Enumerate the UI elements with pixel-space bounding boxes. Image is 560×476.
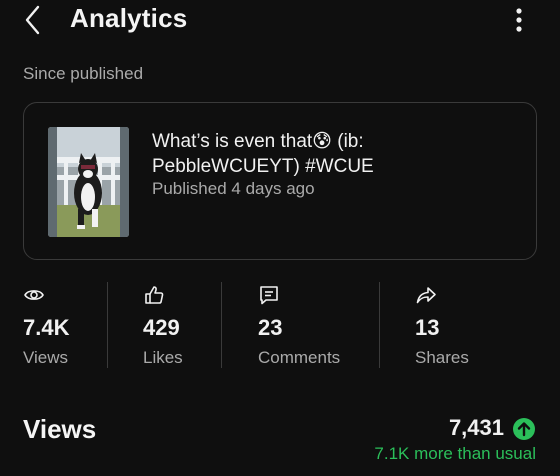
more-vert-icon <box>516 8 522 32</box>
stat-comments-label: Comments <box>258 348 341 367</box>
section-label: Since published <box>23 64 144 83</box>
stat-views-value: 7.4K <box>23 315 70 340</box>
thumbnail-image <box>48 127 129 237</box>
views-total: 7,431 <box>448 415 504 440</box>
published-date: Published 4 days ago <box>152 179 315 198</box>
stat-views-label: Views <box>23 348 69 367</box>
stat-divider <box>221 282 222 368</box>
app-header: Analytics <box>0 0 560 42</box>
comment-icon <box>260 286 278 305</box>
stat-likes-value: 429 <box>143 315 180 340</box>
chevron-left-icon <box>25 5 40 35</box>
page-title: Analytics <box>70 3 188 33</box>
video-title: What’s is even that😰 (ib: PebbleWCUEYT) … <box>152 131 374 177</box>
views-delta: 7.1K more than usual <box>374 444 536 463</box>
stat-shares-value: 13 <box>415 315 440 340</box>
video-thumbnail[interactable] <box>48 127 129 237</box>
share-icon <box>416 287 436 304</box>
stat-shares-label: Shares <box>415 348 469 367</box>
stat-likes-label: Likes <box>143 348 183 367</box>
arrow-up-circle-icon <box>513 418 535 440</box>
thumbs-up-icon <box>145 286 164 304</box>
stat-comments-value: 23 <box>258 315 283 340</box>
more-options-button[interactable] <box>508 6 530 34</box>
video-card[interactable]: What’s is even that😰 (ib: PebbleWCUEYT) … <box>23 102 537 260</box>
back-button[interactable] <box>20 4 50 36</box>
stat-divider <box>107 282 108 368</box>
stat-divider <box>379 282 380 368</box>
views-heading: Views <box>23 414 97 444</box>
eye-icon <box>24 290 44 300</box>
